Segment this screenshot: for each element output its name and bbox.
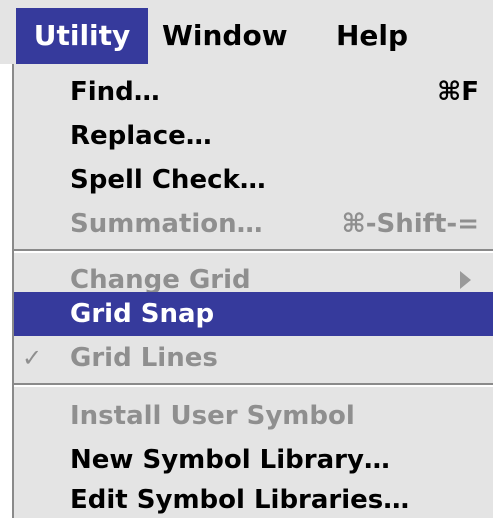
menu-item-label: Install User Symbol bbox=[70, 401, 355, 431]
menu-item-install-user-symbol: Install User Symbol bbox=[14, 394, 493, 438]
menu-bar: Utility Window Help bbox=[0, 0, 493, 64]
menu-item-label: Grid Snap bbox=[70, 299, 215, 329]
menubar-window[interactable]: Window bbox=[162, 8, 288, 64]
menu-item-label: Summation… bbox=[70, 209, 263, 239]
utility-dropdown-menu: Find… ⌘F Replace… Spell Check… Summation… bbox=[12, 64, 493, 518]
menu-item-grid-lines: ✓ Grid Lines bbox=[14, 336, 493, 380]
menubar-help[interactable]: Help bbox=[336, 8, 408, 64]
menu-item-label: New Symbol Library… bbox=[70, 445, 390, 475]
submenu-arrow-icon bbox=[460, 271, 471, 289]
menu-item-new-symbol-library[interactable]: New Symbol Library… bbox=[14, 438, 493, 482]
menu-item-shortcut: ⌘F bbox=[437, 77, 479, 107]
menu-separator bbox=[14, 249, 493, 253]
menubar-utility[interactable]: Utility bbox=[16, 8, 148, 64]
menu-item-shortcut: ⌘-Shift-= bbox=[341, 209, 479, 239]
menu-item-grid-snap[interactable]: Grid Snap bbox=[14, 292, 493, 336]
menu-item-summation: Summation… ⌘-Shift-= bbox=[14, 202, 493, 246]
menu-item-label: Find… bbox=[70, 77, 160, 107]
menu-item-label: Grid Lines bbox=[70, 343, 218, 373]
menu-item-edit-symbol-libraries[interactable]: Edit Symbol Libraries… bbox=[14, 478, 493, 522]
menu-item-spell-check[interactable]: Spell Check… bbox=[14, 158, 493, 202]
menu-item-replace[interactable]: Replace… bbox=[14, 114, 493, 158]
menu-item-label: Spell Check… bbox=[70, 165, 266, 195]
menu-item-label: Replace… bbox=[70, 121, 212, 151]
checkmark-icon: ✓ bbox=[22, 344, 43, 372]
menu-item-label: Edit Symbol Libraries… bbox=[70, 485, 410, 515]
menu-separator bbox=[14, 383, 493, 387]
menu-item-find[interactable]: Find… ⌘F bbox=[14, 70, 493, 114]
